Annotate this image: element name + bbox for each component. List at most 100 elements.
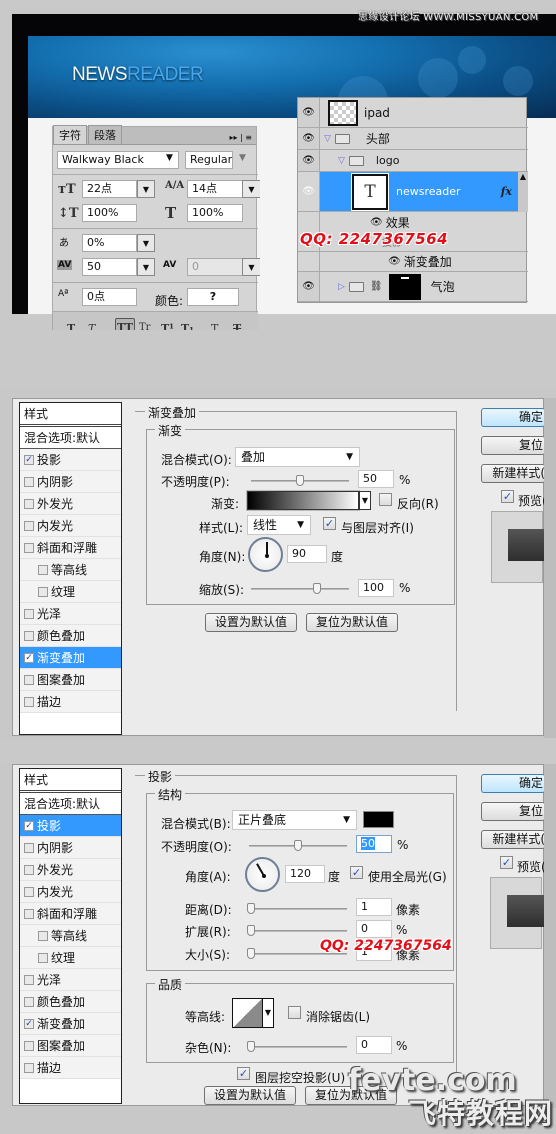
opacity-slider[interactable] [251, 475, 349, 486]
gradient-picker[interactable] [246, 490, 360, 511]
layer-row-bubbles-group[interactable]: 👁 ▷ ⛓ 气泡 [298, 272, 528, 302]
eye-icon[interactable]: 👁 [370, 217, 383, 228]
slider-knob[interactable] [247, 948, 255, 959]
slider-knob[interactable] [312, 583, 321, 594]
eye-icon[interactable]: 👁 [298, 172, 320, 211]
checkbox-checked[interactable]: ✓ [24, 1018, 34, 1029]
layer-row-header-group[interactable]: 👁 ▽ 头部 [298, 128, 528, 150]
blend-mode-select[interactable]: 叠加 ▼ [235, 447, 360, 467]
style-list-item[interactable]: 光泽 [20, 603, 121, 625]
fx-icon[interactable]: fx [501, 185, 512, 198]
checkbox-unchecked[interactable] [24, 674, 34, 685]
anti-aliased-checkbox[interactable] [288, 1006, 301, 1019]
leading-field[interactable]: 14点 [187, 180, 243, 198]
style-list-item[interactable]: 斜面和浮雕 [20, 903, 121, 925]
checkbox-unchecked[interactable] [24, 696, 34, 707]
checkbox-unchecked[interactable] [24, 908, 34, 919]
checkbox-unchecked[interactable] [24, 608, 34, 619]
checkbox-unchecked[interactable] [38, 930, 48, 941]
spread-field[interactable]: 0 [356, 920, 392, 938]
expand-triangle-icon[interactable]: ▽ [338, 156, 345, 166]
tracking-field[interactable]: 50 [82, 258, 137, 276]
style-list-item[interactable]: 内发光 [20, 881, 121, 903]
font-size-field[interactable]: 22点 [82, 180, 137, 198]
vertical-scale-field[interactable]: 100% [82, 204, 137, 222]
reset-button[interactable]: 复位 [481, 436, 545, 455]
checkbox-unchecked[interactable] [24, 498, 34, 509]
reset-default-button[interactable]: 复位为默认值 [306, 613, 398, 632]
new-style-button[interactable]: 新建样式( [481, 464, 545, 483]
checkbox-unchecked[interactable] [24, 1040, 34, 1051]
blend-options-item[interactable]: 混合选项:默认 [20, 427, 121, 449]
kerning-dropdown[interactable]: ▼ [242, 258, 260, 276]
checkbox-checked[interactable]: ✓ [24, 454, 34, 465]
align-with-layer-checkbox[interactable]: ✓ [323, 517, 336, 530]
style-list-item[interactable]: 颜色叠加 [20, 991, 121, 1013]
collapse-triangle-icon[interactable]: ▷ [338, 282, 345, 292]
gradient-dropdown-arrow[interactable]: ▼ [359, 491, 371, 510]
tsume-field[interactable]: 0% [82, 234, 137, 252]
contour-picker[interactable] [232, 998, 263, 1028]
reverse-checkbox[interactable] [379, 493, 392, 506]
style-list-item[interactable]: 纹理 [20, 947, 121, 969]
blend-options-item[interactable]: 混合选项:默认 [20, 793, 121, 815]
font-size-dropdown[interactable]: ▼ [137, 180, 155, 198]
checkbox-unchecked[interactable] [38, 952, 48, 963]
panel-menu-icon[interactable]: ▸▸ | ≡ [225, 133, 256, 144]
tsume-dropdown[interactable]: ▼ [137, 234, 155, 252]
checkbox-unchecked[interactable] [38, 586, 48, 597]
contour-dropdown-arrow[interactable]: ▼ [263, 998, 274, 1028]
style-list-item[interactable]: 图案叠加 [20, 1035, 121, 1057]
slider-knob[interactable] [247, 903, 255, 914]
reset-button[interactable]: 复位 [481, 802, 545, 821]
baseline-shift-field[interactable]: 0点 [82, 288, 137, 306]
checkbox-unchecked[interactable] [24, 542, 34, 553]
checkbox-unchecked[interactable] [24, 520, 34, 531]
checkbox-unchecked[interactable] [24, 974, 34, 985]
leading-dropdown[interactable]: ▼ [242, 180, 260, 198]
slider-knob[interactable] [294, 840, 302, 851]
checkbox-unchecked[interactable] [24, 886, 34, 897]
checkbox-checked[interactable]: ✓ [24, 652, 34, 663]
chevron-down-icon[interactable]: ▼ [166, 153, 173, 163]
scrollbar-up-arrow[interactable]: ▲ [518, 171, 528, 212]
layer-knocks-out-checkbox[interactable]: ✓ [237, 1067, 250, 1080]
set-default-button[interactable]: 设置为默认值 [205, 613, 297, 632]
layer-row-ipad[interactable]: 👁 ipad [298, 98, 528, 128]
expand-triangle-icon[interactable]: ▽ [324, 134, 331, 144]
styles-header[interactable]: 样式 [20, 769, 121, 793]
style-list-item[interactable]: ✓ 投影 [20, 815, 121, 837]
style-list-item[interactable]: 等高线 [20, 925, 121, 947]
distance-field[interactable]: 1 [356, 898, 392, 916]
tab-paragraph[interactable]: 段落 [88, 125, 122, 144]
font-family-select[interactable]: Walkway Black [57, 151, 179, 169]
tab-character[interactable]: 字符 [53, 125, 87, 144]
eye-icon[interactable]: 👁 [298, 98, 320, 127]
blend-mode-select[interactable]: 正片叠底 ▼ [232, 810, 357, 830]
shadow-color-swatch[interactable] [363, 811, 394, 828]
kerning-field[interactable]: 0 [187, 258, 243, 276]
checkbox-checked[interactable]: ✓ [24, 820, 34, 831]
ok-button[interactable]: 确定 [481, 408, 545, 427]
checkbox-unchecked[interactable] [24, 1062, 34, 1073]
checkbox-unchecked[interactable] [24, 842, 34, 853]
color-swatch[interactable]: ? [187, 288, 239, 306]
style-list-item[interactable]: 等高线 [20, 559, 121, 581]
angle-dial[interactable] [245, 857, 280, 892]
style-list-item[interactable]: ✓ 投影 [20, 449, 121, 471]
font-style-select[interactable]: Regular [185, 151, 233, 169]
style-list-item[interactable]: 光泽 [20, 969, 121, 991]
style-list-item[interactable]: ✓ 渐变叠加 [20, 1013, 121, 1035]
layer-row-effects[interactable]: 👁 效果 [298, 212, 528, 232]
distance-slider[interactable] [247, 903, 347, 914]
style-list-item[interactable]: 外发光 [20, 859, 121, 881]
slider-knob[interactable] [296, 475, 304, 486]
gradient-style-select[interactable]: 线性 ▼ [247, 515, 311, 535]
style-list-item[interactable]: 颜色叠加 [20, 625, 121, 647]
style-list-item[interactable]: 斜面和浮雕 [20, 537, 121, 559]
style-list-item[interactable]: 纹理 [20, 581, 121, 603]
layer-row-logo-group[interactable]: 👁 ▽ logo [298, 150, 528, 172]
ok-button[interactable]: 确定 [481, 774, 545, 793]
noise-field[interactable]: 0 [356, 1036, 392, 1054]
slider-knob[interactable] [247, 1041, 255, 1052]
